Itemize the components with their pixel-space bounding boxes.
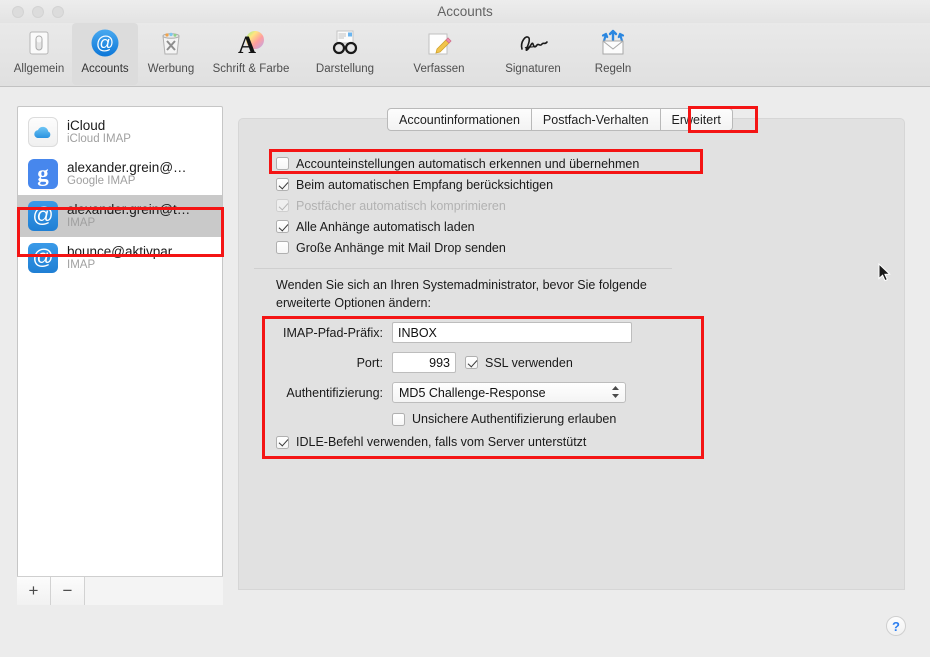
svg-text:@: @	[96, 33, 114, 53]
checkbox-load-attachments[interactable]	[276, 220, 289, 233]
account-type: iCloud IMAP	[67, 133, 131, 146]
icloud-cloud-icon	[28, 117, 58, 147]
chevron-updown-icon	[611, 385, 620, 400]
insecure-auth-label: Unsichere Authentifizierung erlauben	[412, 412, 617, 426]
font-color-icon: A	[204, 26, 298, 60]
checkbox-row-auto-receive[interactable]: Beim automatischen Empfang berücksichtig…	[276, 174, 639, 195]
toolbar-label: Darstellung	[315, 63, 375, 75]
form-row-prefix: IMAP-Pfad-Präfix:	[270, 322, 670, 343]
toolbar-label: Allgemein	[13, 63, 65, 75]
at-sign-icon: @	[28, 243, 58, 273]
checkbox-ssl[interactable]	[465, 356, 478, 369]
list-item-selected[interactable]: @ alexander.grein@t… IMAP	[18, 195, 222, 237]
form-row-insecure-auth: Unsichere Authentifizierung erlauben	[270, 412, 670, 426]
toolbar-item-regeln[interactable]: Regeln	[580, 23, 646, 75]
auth-select-value: MD5 Challenge-Response	[399, 385, 546, 400]
idle-label: IDLE-Befehl verwenden, falls vom Server …	[296, 435, 587, 449]
glasses-viewing-icon	[298, 26, 392, 60]
toolbar-item-accounts[interactable]: @ Accounts	[72, 23, 138, 85]
checkbox-label: Beim automatischen Empfang berücksichtig…	[296, 177, 554, 192]
add-account-button[interactable]: +	[17, 577, 51, 605]
imap-prefix-input[interactable]	[392, 322, 632, 343]
general-switch-icon	[6, 26, 72, 60]
checkbox-mail-drop[interactable]	[276, 241, 289, 254]
port-input[interactable]	[392, 352, 456, 373]
account-name: iCloud	[67, 118, 106, 133]
toolbar-label: Accounts	[81, 63, 129, 75]
checkbox-label: Alle Anhänge automatisch laden	[296, 219, 475, 234]
toolbar-item-allgemein[interactable]: Allgemein	[6, 23, 72, 75]
checkbox-row-compact-mailboxes: Postfächer automatisch komprimieren	[276, 195, 639, 216]
toolbar-label: Schrift & Farbe	[212, 63, 290, 75]
account-type: IMAP	[67, 217, 96, 230]
account-name: alexander.grein@t…	[67, 202, 191, 217]
checkbox-auto-receive[interactable]	[276, 178, 289, 191]
account-name: bounce@aktivpar…	[67, 244, 186, 259]
toolbar-label: Regeln	[594, 63, 632, 75]
pencil-compose-icon	[392, 26, 486, 60]
sidebar-footer-filler	[85, 577, 223, 605]
auth-select[interactable]: MD5 Challenge-Response	[392, 382, 626, 403]
toolbar-label: Signaturen	[505, 63, 561, 75]
checkbox-idle-command[interactable]	[276, 435, 289, 449]
port-label: Port:	[356, 355, 383, 370]
account-type: IMAP	[67, 259, 96, 272]
form-row-idle: IDLE-Befehl verwenden, falls vom Server …	[276, 435, 670, 449]
checkbox-row-autodetect[interactable]: Accounteinstellungen automatisch erkenne…	[276, 153, 639, 174]
rules-envelope-icon	[580, 26, 646, 60]
accounts-sidebar[interactable]: iCloud iCloud IMAP g alexander.grein@… G…	[17, 106, 223, 605]
toolbar-item-werbung[interactable]: Werbung	[138, 23, 204, 75]
tab-erweitert[interactable]: Erweitert	[660, 108, 733, 131]
toolbar-item-signaturen[interactable]: Signaturen	[486, 23, 580, 75]
signature-icon	[486, 26, 580, 60]
imap-prefix-label: IMAP-Pfad-Präfix:	[282, 325, 383, 340]
admin-note-text: Wenden Sie sich an Ihren Systemadministr…	[276, 278, 647, 310]
checkbox-label: Accounteinstellungen automatisch erkenne…	[296, 156, 640, 171]
google-g-icon: g	[28, 159, 58, 189]
checkbox-row-mail-drop[interactable]: Große Anhänge mit Mail Drop senden	[276, 237, 639, 258]
toolbar-label: Werbung	[147, 63, 195, 75]
checkbox-label: Postfächer automatisch komprimieren	[296, 198, 506, 213]
preferences-window: Accounts Allgemein @ Accounts Werbung A …	[0, 0, 930, 657]
tab-postfach-verhalten[interactable]: Postfach-Verhalten	[531, 108, 661, 131]
checkbox-row-ssl[interactable]: SSL verwenden	[465, 356, 573, 370]
settings-tabs: Accountinformationen Postfach-Verhalten …	[387, 108, 733, 131]
toolbar-label: Verfassen	[413, 63, 465, 75]
toolbar-item-verfassen[interactable]: Verfassen	[392, 23, 486, 75]
accounts-list: iCloud iCloud IMAP g alexander.grein@… G…	[18, 107, 222, 279]
auth-label: Authentifizierung:	[286, 385, 383, 400]
remove-account-button[interactable]: −	[51, 577, 85, 605]
junk-trash-icon	[138, 26, 204, 60]
svg-text:A: A	[238, 32, 256, 58]
checkbox-insecure-auth[interactable]	[392, 412, 405, 426]
list-item[interactable]: iCloud iCloud IMAP	[18, 111, 222, 153]
toolbar-item-schrift-farbe[interactable]: A Schrift & Farbe	[204, 23, 298, 75]
checkbox-compact-mailboxes	[276, 199, 289, 212]
mouse-cursor	[878, 262, 892, 283]
window-title: Accounts	[437, 4, 493, 19]
toolbar-item-darstellung[interactable]: Darstellung	[298, 23, 392, 75]
tab-accountinformationen[interactable]: Accountinformationen	[387, 108, 532, 131]
checkbox-row-load-attachments[interactable]: Alle Anhänge automatisch laden	[276, 216, 639, 237]
ssl-label: SSL verwenden	[485, 355, 573, 370]
preferences-toolbar: Allgemein @ Accounts Werbung A Schrift &…	[0, 23, 930, 87]
form-row-auth: Authentifizierung: MD5 Challenge-Respons…	[270, 382, 670, 403]
advanced-checkbox-group: Accounteinstellungen automatisch erkenne…	[276, 153, 639, 258]
at-sign-icon: @	[72, 26, 138, 60]
at-sign-icon: @	[28, 201, 58, 231]
help-button[interactable]: ?	[886, 616, 906, 636]
checkbox-label: Große Anhänge mit Mail Drop senden	[296, 240, 506, 255]
account-name: alexander.grein@…	[67, 160, 187, 175]
advanced-settings-form: IMAP-Pfad-Präfix: Port: SSL verwenden Au…	[270, 322, 670, 458]
checkbox-autodetect[interactable]	[276, 157, 289, 170]
sidebar-footer: + −	[17, 576, 223, 605]
title-bar: Accounts	[0, 0, 930, 23]
section-divider	[254, 268, 672, 269]
checkbox-row-idle[interactable]: IDLE-Befehl verwenden, falls vom Server …	[276, 435, 586, 449]
checkbox-row-insecure-auth[interactable]: Unsichere Authentifizierung erlauben	[392, 412, 616, 426]
account-type: Google IMAP	[67, 175, 136, 188]
list-item[interactable]: g alexander.grein@… Google IMAP	[18, 153, 222, 195]
list-item[interactable]: @ bounce@aktivpar… IMAP	[18, 237, 222, 279]
form-row-port: Port: SSL verwenden	[270, 352, 670, 373]
